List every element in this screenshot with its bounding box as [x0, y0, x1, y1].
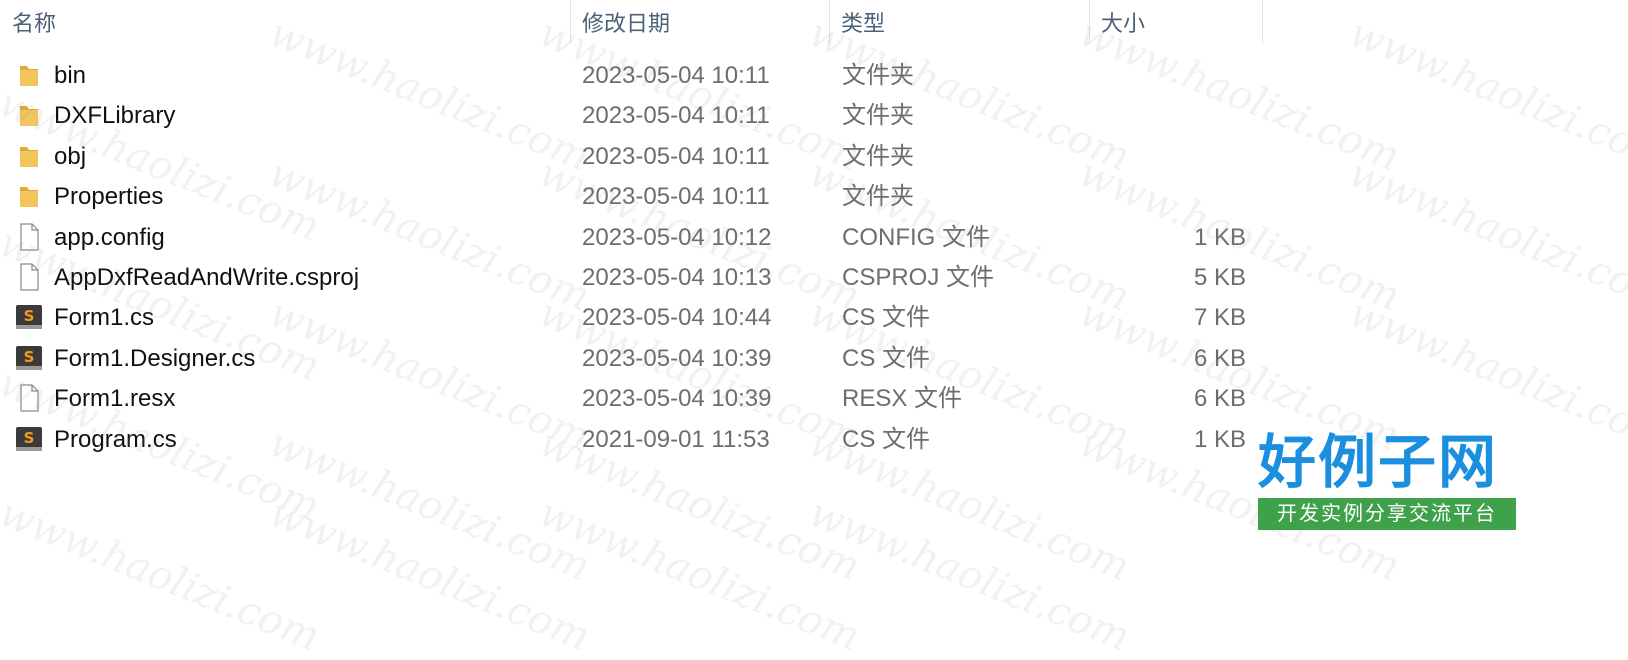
file-name: AppDxfReadAndWrite.csproj [54, 264, 360, 291]
file-type: CONFIG 文件 [842, 223, 990, 251]
file-size: 1 KB [1193, 223, 1246, 251]
file-icon [14, 383, 44, 413]
file-modified-date: 2023-05-04 10:11 [582, 183, 770, 211]
file-name: Form1.resx [54, 385, 176, 413]
file-modified-date: 2023-05-04 10:12 [582, 223, 772, 251]
file-name: Form1.Designer.cs [54, 344, 256, 372]
column-divider[interactable] [1089, 0, 1090, 44]
file-type: CSPROJ 文件 [842, 264, 995, 291]
file-size: 7 KB [1193, 304, 1246, 332]
folder-icon [14, 141, 44, 171]
sublime-cs-file-icon: S [14, 302, 44, 332]
file-type: CS 文件 [842, 304, 931, 332]
file-type: CS 文件 [842, 425, 931, 453]
file-modified-date: 2023-05-04 10:11 [582, 62, 770, 89]
column-header-type[interactable]: 类型 [841, 6, 885, 38]
watermark-text: www.haolizi.com [532, 490, 867, 660]
file-type: 文件夹 [842, 183, 914, 211]
logo-title: 好例子网 [1258, 428, 1499, 496]
svg-text:S: S [24, 348, 35, 366]
file-modified-date: 2021-09-01 11:53 [582, 425, 770, 453]
site-logo: 好例子网 开发实例分享交流平台 [1258, 428, 1516, 532]
file-size: 6 KB [1193, 385, 1246, 413]
file-row[interactable]: S Form1.Designer.cs 2023-05-04 10:39 CS 文件 6… [0, 339, 1628, 379]
watermark-text: www.haolizi.com [0, 490, 327, 660]
file-row[interactable]: bin 2023-05-04 10:11 文件夹 [0, 56, 1628, 96]
file-type: 文件夹 [842, 62, 914, 89]
file-size: 6 KB [1193, 344, 1246, 372]
column-header-size[interactable]: 大小 [1101, 6, 1145, 38]
file-name: Program.cs [54, 425, 177, 453]
file-icon [14, 222, 44, 252]
file-name: app.config [54, 223, 165, 251]
column-header-name[interactable]: 名称 [12, 6, 56, 38]
file-icon [14, 262, 44, 292]
file-row[interactable]: DXFLibrary 2023-05-04 10:11 文件夹 [0, 96, 1628, 136]
file-row[interactable]: S Form1.cs 2023-05-04 10:44 CS 文件 7 KB [0, 298, 1628, 338]
file-row[interactable]: obj 2023-05-04 10:11 文件夹 [0, 137, 1628, 177]
logo-subtitle: 开发实例分享交流平台 [1258, 498, 1516, 530]
file-modified-date: 2023-05-04 10:44 [582, 304, 772, 332]
file-name: Form1.cs [54, 304, 155, 332]
svg-text:S: S [24, 307, 35, 325]
file-modified-date: 2023-05-04 10:39 [582, 385, 772, 413]
column-divider[interactable] [1262, 0, 1263, 44]
file-row[interactable]: AppDxfReadAndWrite.csproj 2023-05-04 10:1… [0, 258, 1628, 298]
folder-icon [14, 100, 44, 130]
file-modified-date: 2023-05-04 10:11 [582, 142, 770, 170]
file-name: bin [54, 62, 87, 89]
file-type: 文件夹 [842, 102, 914, 130]
column-divider[interactable] [570, 0, 571, 44]
file-type: 文件夹 [842, 142, 914, 170]
file-size: 1 KB [1193, 425, 1246, 453]
file-size: 5 KB [1193, 264, 1246, 291]
file-name: DXFLibrary [54, 102, 176, 130]
file-row[interactable]: Properties 2023-05-04 10:11 文件夹 [0, 177, 1628, 217]
file-type: CS 文件 [842, 344, 931, 372]
folder-icon [14, 60, 44, 90]
folder-icon [14, 181, 44, 211]
file-type: RESX 文件 [842, 385, 963, 413]
column-header-date[interactable]: 修改日期 [582, 6, 670, 38]
file-modified-date: 2023-05-04 10:39 [582, 344, 772, 372]
file-row[interactable]: Form1.resx 2023-05-04 10:39 RESX 文件 6 KB [0, 379, 1628, 419]
sublime-cs-file-icon: S [14, 424, 44, 454]
file-name: obj [54, 142, 87, 170]
sublime-cs-file-icon: S [14, 343, 44, 373]
column-header-bar: 名称 修改日期 类型 大小 [0, 0, 1628, 44]
column-divider[interactable] [829, 0, 830, 44]
file-modified-date: 2023-05-04 10:13 [582, 264, 772, 291]
watermark-text: www.haolizi.com [262, 490, 597, 660]
watermark-text: www.haolizi.com [802, 490, 1137, 660]
file-name: Properties [54, 183, 164, 211]
file-modified-date: 2023-05-04 10:11 [582, 102, 770, 130]
svg-text:S: S [24, 429, 35, 447]
file-row[interactable]: app.config 2023-05-04 10:12 CONFIG 文件 1 KB [0, 218, 1628, 258]
